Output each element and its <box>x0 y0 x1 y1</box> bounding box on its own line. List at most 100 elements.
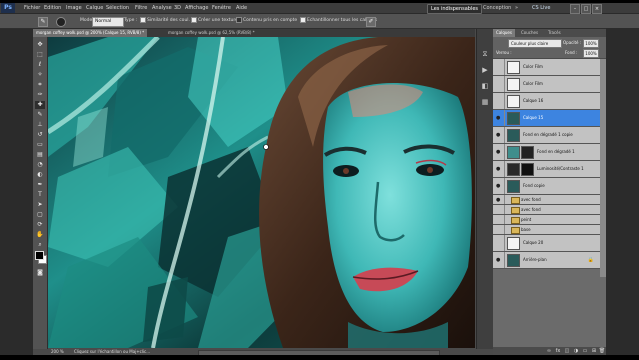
eraser-tool-icon[interactable]: ▭ <box>35 141 45 149</box>
layer-row[interactable]: ● Fond en dégradé 1 copie <box>493 127 606 144</box>
menu-edit[interactable]: Edition <box>44 3 61 13</box>
lasso-tool-icon[interactable]: ℓ <box>35 61 45 69</box>
pen-tool-icon[interactable]: ✒ <box>35 181 45 189</box>
marquee-tool-icon[interactable]: ⬚ <box>35 51 45 59</box>
layer-group-row[interactable]: base <box>493 225 606 235</box>
quick-select-tool-icon[interactable]: ✧ <box>35 71 45 79</box>
menu-image[interactable]: Image <box>66 3 82 13</box>
tab-document-overview[interactable]: morgan coffey wolk.psd @ 62,5% (RVB/8) * <box>165 29 258 37</box>
workspace-more-icon[interactable]: » <box>515 3 518 13</box>
visibility-icon[interactable] <box>494 215 505 224</box>
menu-help[interactable]: Aide <box>236 3 247 13</box>
layer-row[interactable]: Color Film <box>493 76 606 93</box>
menu-analysis[interactable]: Analyse <box>152 3 172 13</box>
visibility-icon[interactable]: ● <box>494 178 505 194</box>
layer-group-row[interactable]: ● avec fond <box>493 195 606 205</box>
layer-name: Luminosité/Contraste 1 <box>537 166 584 171</box>
fill-field[interactable]: 100% <box>583 49 599 58</box>
healing-brush-tool-icon[interactable]: ✚ <box>35 101 45 109</box>
similarity-option[interactable]: Similarité des coul. <box>140 16 190 26</box>
dodge-tool-icon[interactable]: ◐ <box>35 171 45 179</box>
path-select-tool-icon[interactable]: ➤ <box>35 201 45 209</box>
create-texture-option[interactable]: Créer une texture <box>191 16 238 26</box>
content-aware-option[interactable]: Contenu pris en compte <box>236 16 297 26</box>
visibility-icon[interactable] <box>494 235 505 251</box>
tab-layers[interactable]: Calques <box>493 29 515 37</box>
gradient-tool-icon[interactable]: ▤ <box>35 151 45 159</box>
layer-name: Arrière-plan <box>523 257 547 262</box>
layer-row[interactable]: ● Fond copie <box>493 178 606 195</box>
history-panel-icon[interactable]: ⧖ <box>480 49 490 59</box>
visibility-icon[interactable]: ● <box>494 195 505 204</box>
cs-live-button[interactable]: CS Live <box>532 4 550 12</box>
add-mask-icon[interactable]: ◫ <box>563 347 571 355</box>
spot-healing-tool-icon[interactable]: ✎ <box>38 17 48 27</box>
visibility-icon[interactable]: ● <box>494 252 505 268</box>
3d-rotate-tool-icon[interactable]: ⟳ <box>35 221 45 229</box>
new-group-icon[interactable]: ▭ <box>581 347 589 355</box>
layer-row[interactable]: ● Luminosité/Contraste 1 <box>493 161 606 178</box>
shape-tool-icon[interactable]: ▢ <box>35 211 45 219</box>
brush-preset-icon[interactable] <box>56 17 66 27</box>
layer-row-selected[interactable]: ● Calque 15 <box>493 110 606 127</box>
layer-row[interactable]: Calque 16 <box>493 93 606 110</box>
history-brush-tool-icon[interactable]: ↺ <box>35 131 45 139</box>
foreground-color-swatch[interactable] <box>35 251 44 260</box>
quick-mask-icon[interactable]: ◙ <box>35 269 45 277</box>
layer-row[interactable]: Calque 20 <box>493 235 606 252</box>
visibility-icon[interactable]: ● <box>494 144 505 160</box>
layer-row[interactable]: Color Film <box>493 59 606 76</box>
folder-icon <box>511 207 520 214</box>
menu-view[interactable]: Affichage <box>185 3 209 13</box>
workspace-design[interactable]: Conception <box>480 4 514 12</box>
workspace-essentials[interactable]: Les indispensables <box>427 4 483 14</box>
layer-row-background[interactable]: ● Arrière-plan 🔒 <box>493 252 606 269</box>
brush-tool-icon[interactable]: ✎ <box>35 111 45 119</box>
visibility-icon[interactable] <box>494 76 505 92</box>
opacity-field[interactable]: 100% <box>583 39 599 48</box>
minimize-icon[interactable]: – <box>570 4 580 14</box>
menu-select[interactable]: Sélection <box>106 3 129 13</box>
menu-file[interactable]: Fichier <box>24 3 40 13</box>
tab-channels[interactable]: Couches <box>518 29 541 37</box>
crop-tool-icon[interactable]: ⌗ <box>35 81 45 89</box>
blend-mode-select[interactable]: Couleur plus claire <box>508 39 562 48</box>
new-layer-icon[interactable]: ⊞ <box>590 347 598 355</box>
tab-document-active[interactable]: morgan coffey wolk.psd @ 200% (Calque 15… <box>33 29 148 37</box>
lock-icon: 🔒 <box>587 257 594 263</box>
swatches-panel-icon[interactable]: ▦ <box>480 97 490 107</box>
menu-layer[interactable]: Calque <box>86 3 103 13</box>
close-icon[interactable]: × <box>592 4 602 14</box>
mode-select[interactable]: Normal <box>92 17 124 27</box>
delete-layer-icon[interactable]: 🗑 <box>598 347 606 355</box>
color-panel-icon[interactable]: ◧ <box>480 81 490 91</box>
layer-row[interactable]: ● Fond en dégradé 1 <box>493 144 606 161</box>
eyedropper-tool-icon[interactable]: ✑ <box>35 91 45 99</box>
visibility-icon[interactable] <box>494 205 505 214</box>
pressure-icon[interactable]: ✐ <box>366 17 376 27</box>
blur-tool-icon[interactable]: ◔ <box>35 161 45 169</box>
maximize-icon[interactable]: □ <box>581 4 591 14</box>
menu-3d[interactable]: 3D <box>174 3 181 13</box>
menu-filter[interactable]: Filtre <box>135 3 147 13</box>
hand-tool-icon[interactable]: ✋ <box>35 231 45 239</box>
visibility-icon[interactable] <box>494 59 505 75</box>
link-layers-icon[interactable]: ∞ <box>545 347 553 355</box>
visibility-icon[interactable]: ● <box>494 161 505 177</box>
visibility-icon[interactable] <box>494 93 505 109</box>
layer-group-row[interactable]: peint <box>493 215 606 225</box>
move-tool-icon[interactable]: ✥ <box>35 41 45 49</box>
visibility-icon[interactable]: ● <box>494 110 505 126</box>
adjustment-layer-icon[interactable]: ◑ <box>572 347 580 355</box>
layer-style-icon[interactable]: fx <box>554 347 562 355</box>
visibility-icon[interactable]: ● <box>494 127 505 143</box>
document-canvas[interactable] <box>48 37 475 348</box>
zoom-tool-icon[interactable]: ⌕ <box>35 241 45 249</box>
tab-paths[interactable]: Tracés <box>545 29 564 37</box>
visibility-icon[interactable] <box>494 225 505 234</box>
clone-stamp-tool-icon[interactable]: ⊥ <box>35 121 45 129</box>
menu-window[interactable]: Fenêtre <box>212 3 231 13</box>
actions-panel-icon[interactable]: ▶ <box>480 65 490 75</box>
type-tool-icon[interactable]: T <box>35 191 45 199</box>
layer-group-row[interactable]: avec fond <box>493 205 606 215</box>
